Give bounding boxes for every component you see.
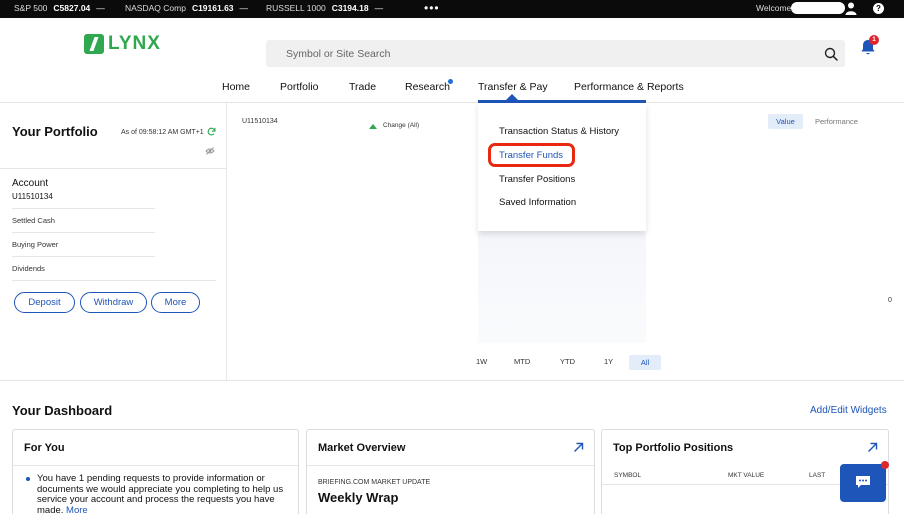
ticker-nasdaq-label: NASDAQ Comp <box>125 3 186 13</box>
nav-research[interactable]: Research <box>405 81 450 93</box>
add-edit-widgets-link[interactable]: Add/Edit Widgets <box>810 405 887 416</box>
buying-power-label: Buying Power <box>12 240 59 249</box>
column-mkt-value[interactable]: MKT VALUE <box>728 472 764 479</box>
range-all[interactable]: All <box>629 355 661 370</box>
chart-axis-fragment: 0 <box>888 297 892 304</box>
card-divider <box>307 465 594 466</box>
ticker-russell-change: — <box>374 3 384 13</box>
chart-account-id: U11510134 <box>242 118 278 125</box>
ticker-sp500-value: C5827.04 <box>53 3 91 13</box>
weekly-wrap-headline[interactable]: Weekly Wrap <box>318 490 398 505</box>
more-link[interactable]: More <box>66 505 88 514</box>
row-divider <box>12 208 155 209</box>
search-bar <box>266 40 845 67</box>
more-button[interactable]: More <box>151 292 200 313</box>
username-redacted <box>791 2 845 14</box>
deposit-button[interactable]: Deposit <box>14 292 75 313</box>
lynx-logo[interactable]: LYNX <box>84 33 161 55</box>
section-divider <box>0 380 904 381</box>
dashboard-title: Your Dashboard <box>12 403 113 418</box>
hide-values-icon[interactable] <box>205 146 215 156</box>
market-ticker-bar: S&P 500 C5827.04 — NASDAQ Comp C19161.63 — R… <box>0 0 904 18</box>
help-icon[interactable]: ? <box>873 3 884 14</box>
user-icon[interactable] <box>845 2 857 15</box>
top-positions-title[interactable]: Top Portfolio Positions <box>613 442 733 454</box>
menu-item-transfer-positions[interactable]: Transfer Positions <box>499 174 575 185</box>
ticker-sp500-label: S&P 500 <box>14 3 48 13</box>
dividends-label: Dividends <box>12 264 45 273</box>
for-you-card: For You You have 1 pending requests to p… <box>12 429 299 514</box>
ticker-sp500[interactable]: S&P 500 C5827.04 — <box>14 3 105 13</box>
card-divider <box>13 465 298 466</box>
nav-trade[interactable]: Trade <box>349 81 376 93</box>
ticker-nasdaq-value: C19161.63 <box>191 3 234 13</box>
for-you-title: For You <box>24 442 65 454</box>
dropdown-backdrop <box>478 231 646 343</box>
toggle-value[interactable]: Value <box>768 114 803 129</box>
change-label: Change (All) <box>383 122 420 129</box>
dropdown-menu: Transaction Status & History Transfer Fu… <box>478 103 646 231</box>
market-overview-card: Market Overview BRIEFING.COM MARKET UPDA… <box>306 429 595 514</box>
nav-home[interactable]: Home <box>222 81 250 93</box>
ticker-more-button[interactable]: ••• <box>424 1 440 15</box>
column-last[interactable]: LAST <box>809 472 825 479</box>
chat-unread-dot <box>881 461 889 469</box>
settled-cash-label: Settled Cash <box>12 216 55 225</box>
research-new-indicator <box>448 79 453 84</box>
row-divider <box>12 256 155 257</box>
chat-bubble-icon <box>856 476 870 488</box>
ticker-nasdaq-change: — <box>239 3 249 13</box>
column-symbol[interactable]: SYMBOL <box>614 472 641 479</box>
header-divider <box>0 102 904 103</box>
ticker-russell[interactable]: RUSSELL 1000 C3194.18 — <box>266 3 383 13</box>
welcome-label: Welcome <box>756 3 792 13</box>
portfolio-title: Your Portfolio <box>12 124 98 139</box>
refresh-icon[interactable] <box>207 127 216 136</box>
search-input[interactable] <box>266 40 806 67</box>
nav-portfolio[interactable]: Portfolio <box>280 81 319 93</box>
range-1y[interactable]: 1Y <box>604 357 613 366</box>
external-link-arrow-icon[interactable] <box>573 442 584 453</box>
portfolio-divider <box>0 168 226 169</box>
change-up-arrow-icon <box>369 124 377 129</box>
transfer-pay-dropdown: Transaction Status & History Transfer Fu… <box>478 103 646 343</box>
notification-count-badge: 1 <box>869 35 879 45</box>
nav-transfer-pay[interactable]: Transfer & Pay <box>478 81 548 93</box>
nav-performance-reports[interactable]: Performance & Reports <box>574 81 684 93</box>
menu-item-saved-information[interactable]: Saved Information <box>499 197 576 208</box>
ticker-russell-label: RUSSELL 1000 <box>266 3 326 13</box>
lynx-logo-mark-icon <box>84 34 104 54</box>
market-overview-title[interactable]: Market Overview <box>318 442 405 454</box>
lynx-logo-text: LYNX <box>108 33 161 54</box>
toggle-performance[interactable]: Performance <box>815 117 858 126</box>
account-id: U11510134 <box>12 192 53 201</box>
search-icon[interactable] <box>824 47 838 61</box>
range-ytd[interactable]: YTD <box>560 357 575 366</box>
pending-requests-message: You have 1 pending requests to provide i… <box>37 473 297 514</box>
briefing-source: BRIEFING.COM MARKET UPDATE <box>318 479 431 486</box>
transfer-funds-highlight <box>488 143 575 167</box>
chat-button[interactable] <box>840 464 886 502</box>
ticker-nasdaq[interactable]: NASDAQ Comp C19161.63 — <box>125 3 248 13</box>
portfolio-timestamp: As of 09:58:12 AM GMT+1 <box>121 129 204 136</box>
bullet-icon <box>26 477 30 481</box>
menu-item-transaction-status[interactable]: Transaction Status & History <box>499 126 619 137</box>
withdraw-button[interactable]: Withdraw <box>80 292 147 313</box>
row-divider <box>12 280 216 281</box>
range-1w[interactable]: 1W <box>476 357 487 366</box>
external-link-arrow-icon[interactable] <box>867 442 878 453</box>
range-mtd[interactable]: MTD <box>514 357 530 366</box>
ticker-russell-value: C3194.18 <box>331 3 369 13</box>
row-divider <box>12 232 155 233</box>
account-label: Account <box>12 178 49 189</box>
panel-divider <box>226 103 227 380</box>
ticker-sp500-change: — <box>96 3 105 13</box>
